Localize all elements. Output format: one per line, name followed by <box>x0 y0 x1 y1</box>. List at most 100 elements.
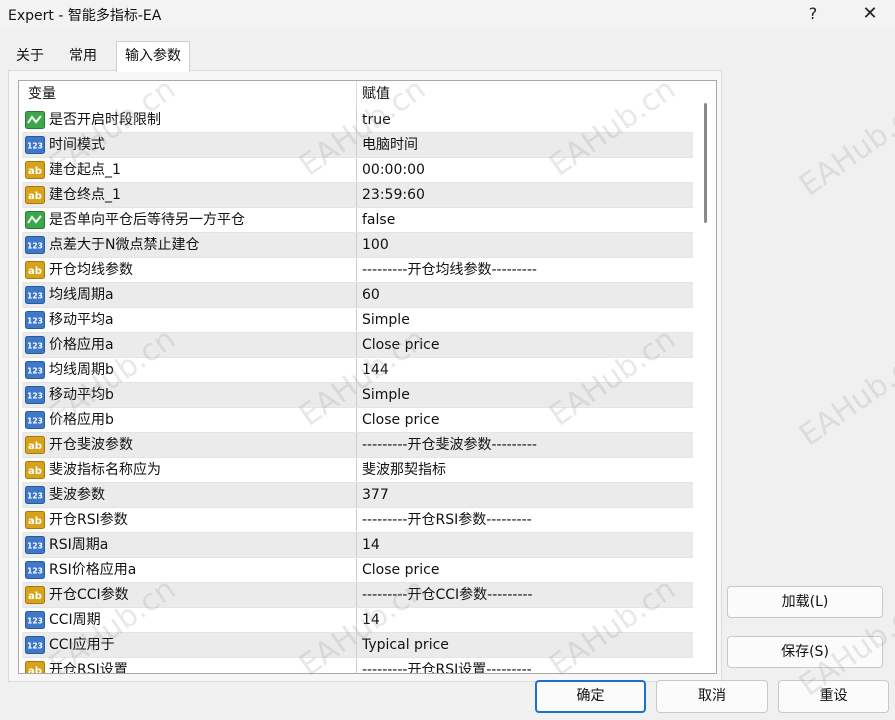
number-icon: 123 <box>25 636 45 654</box>
value-cell[interactable]: 00:00:00 <box>362 158 425 182</box>
value-cell[interactable]: 14 <box>362 608 380 632</box>
table-row[interactable]: ab 开仓CCI参数 ---------开仓CCI参数--------- <box>22 583 693 608</box>
value-cell[interactable]: 60 <box>362 283 380 307</box>
load-button[interactable]: 加载(L) <box>727 586 883 618</box>
tab-common[interactable]: 常用 <box>63 43 103 69</box>
string-icon: ab <box>25 186 45 204</box>
window-title: Expert - 智能多指标-EA <box>8 8 162 24</box>
variable-name: 开仓RSI设置 <box>49 662 128 674</box>
table-row[interactable]: 是否单向平仓后等待另一方平仓 false <box>22 208 693 233</box>
variable-name: RSI周期a <box>49 537 109 553</box>
column-divider <box>356 308 357 332</box>
value-cell[interactable]: ---------开仓均线参数--------- <box>362 258 537 282</box>
value-cell[interactable]: 斐波那契指标 <box>362 458 446 482</box>
tab-inputs[interactable]: 输入参数 <box>116 41 190 72</box>
bool-icon <box>25 111 45 129</box>
value-cell[interactable]: false <box>362 208 395 232</box>
table-row[interactable]: 123 均线周期a 60 <box>22 283 693 308</box>
string-icon: ab <box>25 436 45 454</box>
number-icon: 123 <box>25 361 45 379</box>
cancel-button[interactable]: 取消 <box>656 680 768 713</box>
table-row[interactable]: ab 建仓终点_1 23:59:60 <box>22 183 693 208</box>
table-row[interactable]: ab 开仓斐波参数 ---------开仓斐波参数--------- <box>22 433 693 458</box>
column-divider <box>356 208 357 232</box>
table-row[interactable]: ab 斐波指标名称应为 斐波那契指标 <box>22 458 693 483</box>
value-cell[interactable]: 377 <box>362 483 389 507</box>
column-header-value[interactable]: 赋值 <box>357 81 692 108</box>
watermark: EAHub.cn <box>793 91 895 204</box>
value-cell[interactable]: ---------开仓RSI参数--------- <box>362 508 532 532</box>
value-cell[interactable]: Simple <box>362 308 410 332</box>
svg-text:ab: ab <box>28 191 42 202</box>
column-divider <box>356 608 357 632</box>
table-row[interactable]: 123 CCI周期 14 <box>22 608 693 633</box>
table-row[interactable]: 123 移动平均b Simple <box>22 383 693 408</box>
variable-name: 斐波参数 <box>49 487 105 503</box>
table-row[interactable]: ab 开仓RSI设置 ---------开仓RSI设置--------- <box>22 658 693 674</box>
value-cell[interactable]: ---------开仓RSI设置--------- <box>362 658 532 673</box>
variable-name: CCI周期 <box>49 612 101 628</box>
save-button[interactable]: 保存(S) <box>727 636 883 668</box>
value-cell[interactable]: 23:59:60 <box>362 183 425 207</box>
variable-name: 均线周期a <box>49 287 114 303</box>
table-row[interactable]: 123 点差大于N微点禁止建仓 100 <box>22 233 693 258</box>
reset-button[interactable]: 重设 <box>778 680 889 713</box>
column-divider <box>356 283 357 307</box>
table-row[interactable]: 123 均线周期b 144 <box>22 358 693 383</box>
svg-text:123: 123 <box>27 367 43 376</box>
close-button[interactable]: ✕ <box>854 2 886 26</box>
vertical-scrollbar[interactable] <box>696 81 714 673</box>
value-cell[interactable]: 144 <box>362 358 389 382</box>
value-cell[interactable]: ---------开仓CCI参数--------- <box>362 583 533 607</box>
table-row[interactable]: 123 RSI价格应用a Close price <box>22 558 693 583</box>
value-cell[interactable]: 电脑时间 <box>362 133 418 157</box>
variable-name: 建仓起点_1 <box>49 162 121 178</box>
variable-name: 开仓CCI参数 <box>49 587 129 603</box>
table-row[interactable]: ab 开仓RSI参数 ---------开仓RSI参数--------- <box>22 508 693 533</box>
value-cell[interactable]: Simple <box>362 383 410 407</box>
table-row[interactable]: 123 价格应用b Close price <box>22 408 693 433</box>
table-row[interactable]: 是否开启时段限制 true <box>22 108 693 133</box>
column-divider <box>356 133 357 157</box>
column-divider <box>356 158 357 182</box>
table-row[interactable]: 123 斐波参数 377 <box>22 483 693 508</box>
table-row[interactable]: 123 移动平均a Simple <box>22 308 693 333</box>
column-divider <box>356 558 357 582</box>
table-row[interactable]: 123 CCI应用于 Typical price <box>22 633 693 658</box>
number-icon: 123 <box>25 136 45 154</box>
value-cell[interactable]: Typical price <box>362 633 449 657</box>
column-divider <box>356 408 357 432</box>
tab-about[interactable]: 关于 <box>10 43 50 69</box>
value-cell[interactable]: Close price <box>362 558 439 582</box>
variable-name: 是否单向平仓后等待另一方平仓 <box>49 212 245 228</box>
svg-text:ab: ab <box>28 466 42 477</box>
string-icon: ab <box>25 261 45 279</box>
table-row[interactable]: 123 价格应用a Close price <box>22 333 693 358</box>
svg-text:ab: ab <box>28 591 42 602</box>
number-icon: 123 <box>25 311 45 329</box>
string-icon: ab <box>25 511 45 529</box>
value-cell[interactable]: 14 <box>362 533 380 557</box>
column-divider <box>356 633 357 657</box>
table-row[interactable]: 123 时间模式 电脑时间 <box>22 133 693 158</box>
column-divider <box>356 333 357 357</box>
help-button[interactable]: ? <box>797 2 829 26</box>
table-row[interactable]: ab 建仓起点_1 00:00:00 <box>22 158 693 183</box>
svg-text:ab: ab <box>28 266 42 277</box>
ok-button[interactable]: 确定 <box>535 680 646 713</box>
scrollbar-thumb[interactable] <box>704 103 707 223</box>
svg-text:123: 123 <box>27 342 43 351</box>
variable-name: CCI应用于 <box>49 637 115 653</box>
value-cell[interactable]: Close price <box>362 408 439 432</box>
value-cell[interactable]: 100 <box>362 233 389 257</box>
table-row[interactable]: 123 RSI周期a 14 <box>22 533 693 558</box>
column-divider <box>356 183 357 207</box>
value-cell[interactable]: ---------开仓斐波参数--------- <box>362 433 537 457</box>
value-cell[interactable]: Close price <box>362 333 439 357</box>
number-icon: 123 <box>25 386 45 404</box>
column-header-variable[interactable]: 变量 <box>19 81 357 108</box>
variable-name: 开仓RSI参数 <box>49 512 128 528</box>
table-row[interactable]: ab 开仓均线参数 ---------开仓均线参数--------- <box>22 258 693 283</box>
value-cell[interactable]: true <box>362 108 391 132</box>
svg-text:123: 123 <box>27 392 43 401</box>
